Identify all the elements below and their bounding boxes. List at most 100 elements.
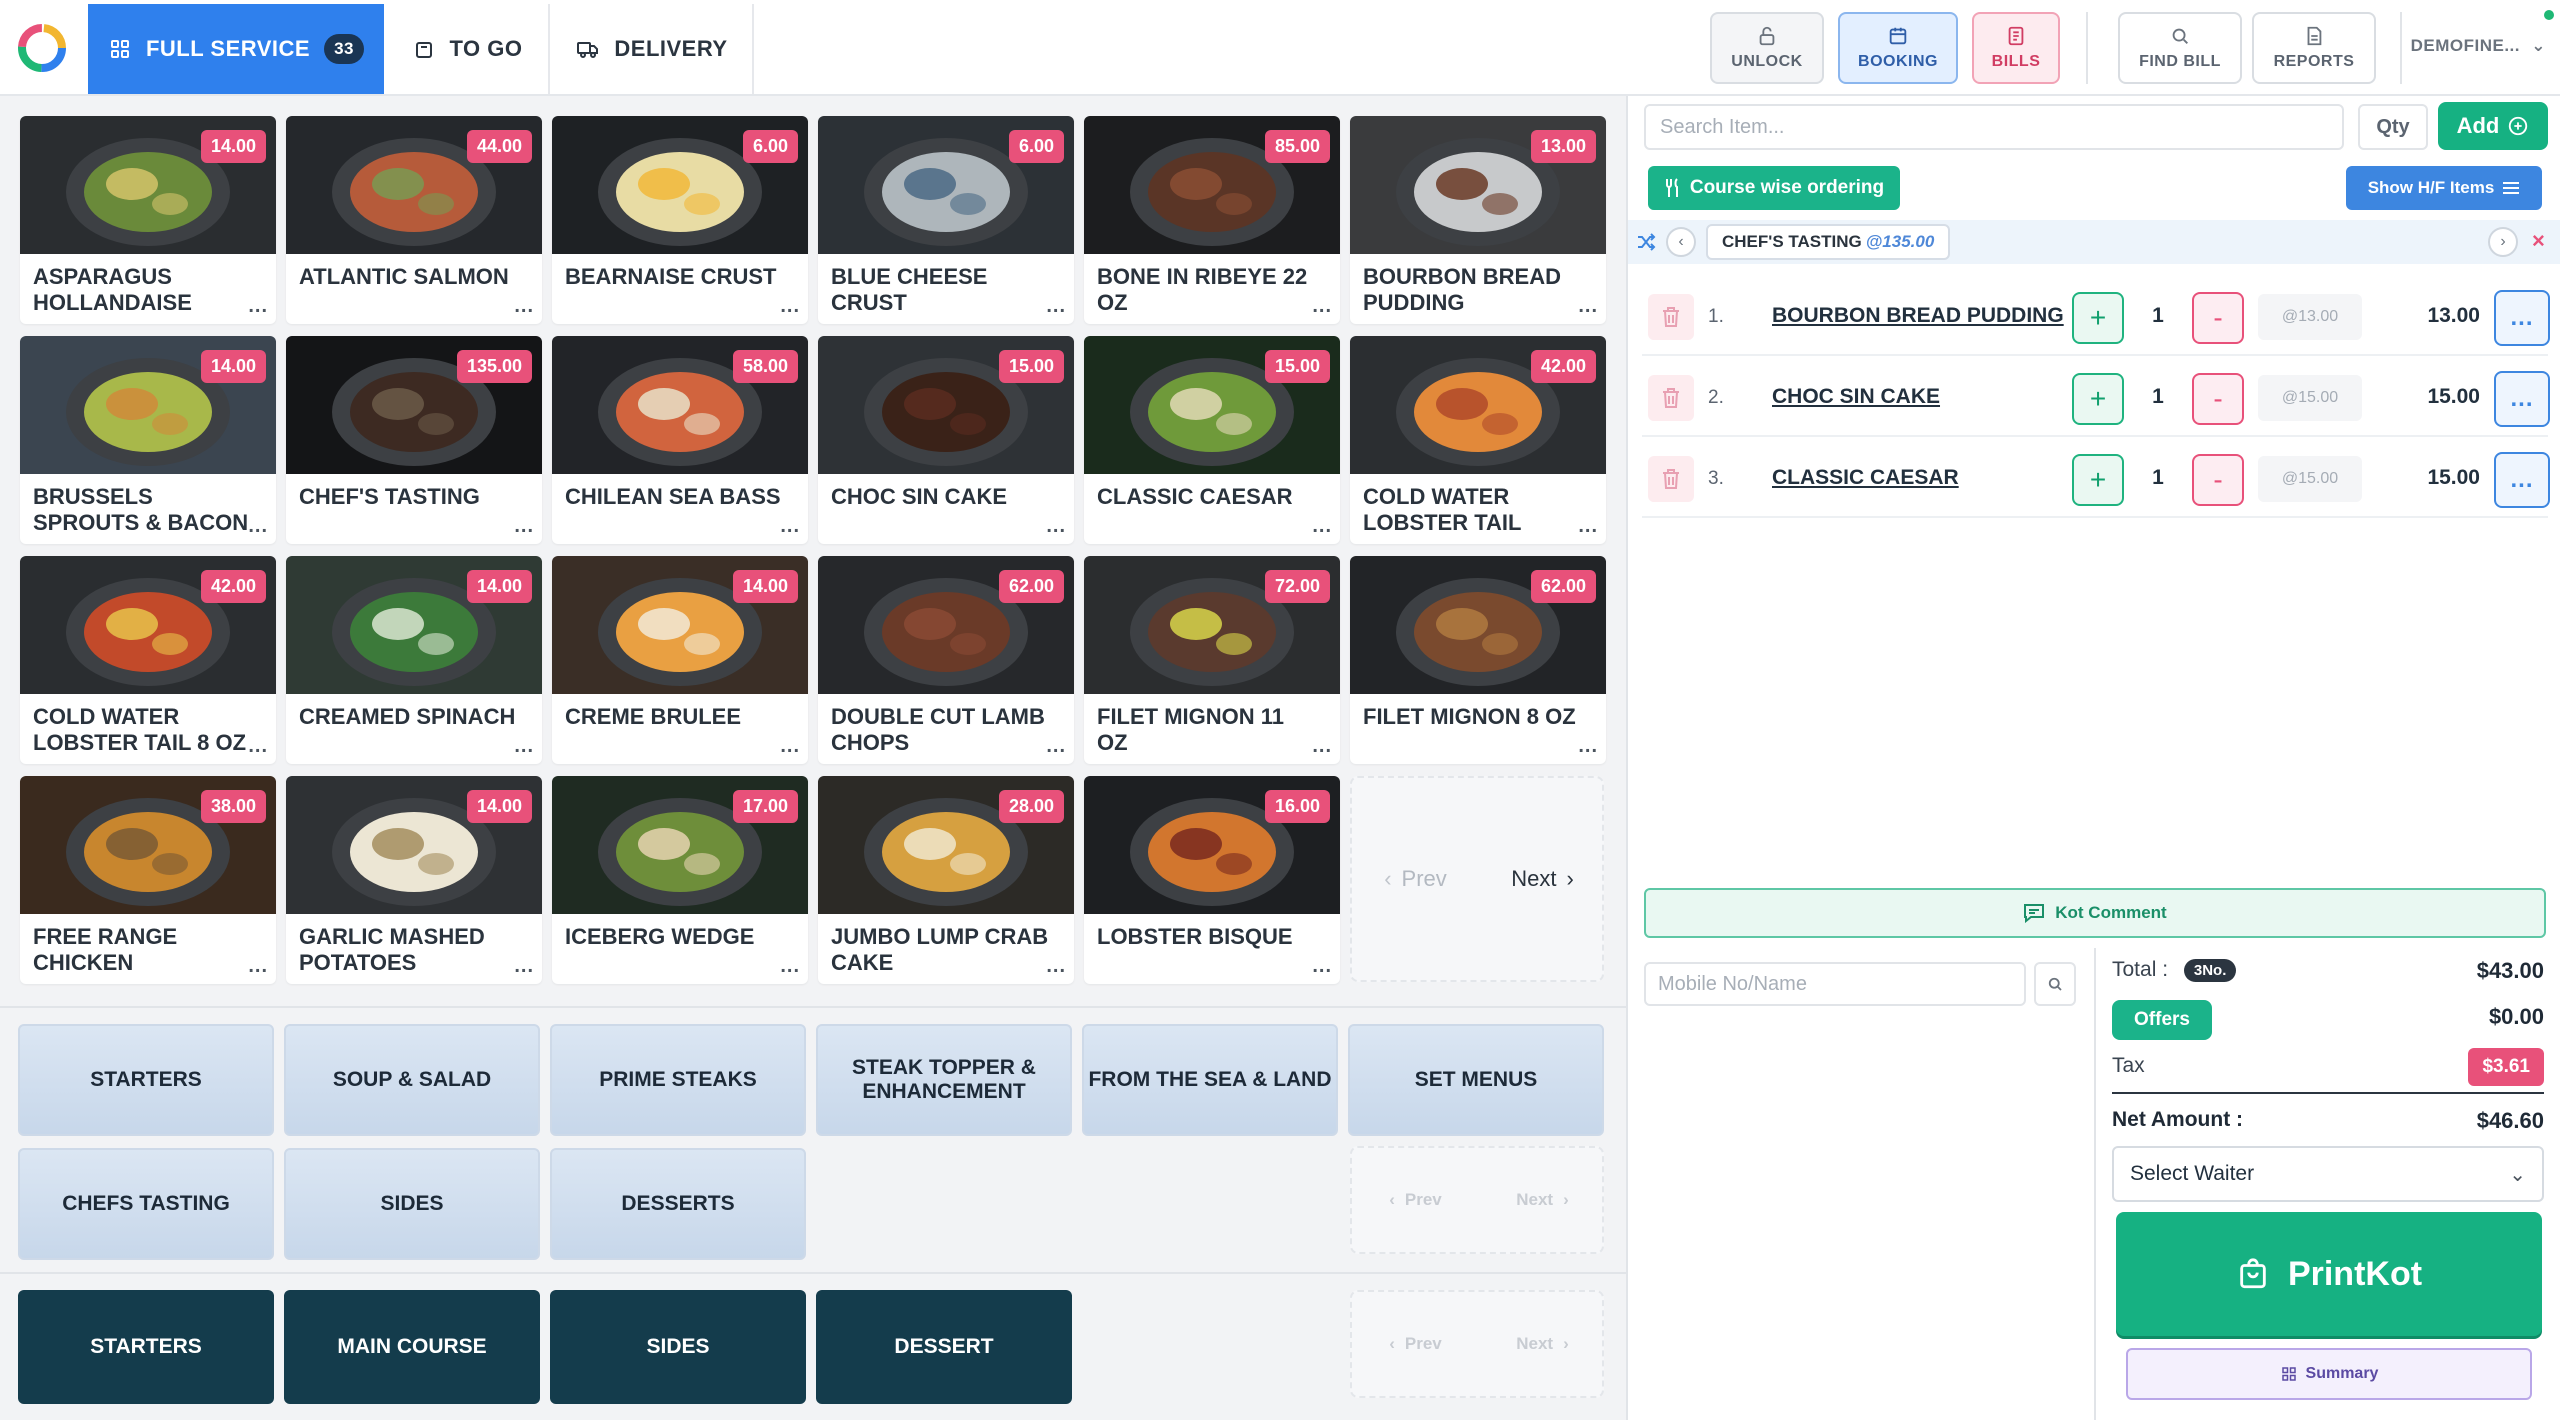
- user-menu[interactable]: DEMOFINE... ⌄: [2411, 36, 2546, 56]
- course-button[interactable]: MAIN COURSE: [284, 1290, 540, 1404]
- find-bill-button[interactable]: FIND BILL: [2118, 12, 2242, 84]
- product-card[interactable]: 14.00 CREAMED SPINACH...: [286, 556, 542, 764]
- strip-prev-button[interactable]: ‹: [1666, 227, 1696, 257]
- bills-button[interactable]: BILLS: [1972, 12, 2060, 84]
- item-options-button[interactable]: ...: [2494, 371, 2550, 427]
- course-button[interactable]: STARTERS: [18, 1290, 274, 1404]
- delete-item-button[interactable]: [1648, 456, 1694, 502]
- category-button[interactable]: PRIME STEAKS: [550, 1024, 806, 1136]
- decrease-qty-button[interactable]: -: [2192, 454, 2244, 506]
- category-button[interactable]: STEAK TOPPER & ENHANCEMENT: [816, 1024, 1072, 1136]
- tab-full-service[interactable]: FULL SERVICE 33: [88, 4, 384, 94]
- printkot-button[interactable]: PrintKot: [2116, 1212, 2542, 1336]
- category-next-button[interactable]: Next ›: [1479, 1148, 1606, 1252]
- category-prev-button[interactable]: ‹ Prev: [1352, 1148, 1479, 1252]
- product-more-button[interactable]: ...: [1046, 955, 1066, 978]
- product-more-button[interactable]: ...: [248, 955, 268, 978]
- product-more-button[interactable]: ...: [514, 295, 534, 318]
- product-more-button[interactable]: ...: [780, 515, 800, 538]
- product-card[interactable]: 15.00 CHOC SIN CAKE...: [818, 336, 1074, 544]
- category-button[interactable]: DESSERTS: [550, 1148, 806, 1260]
- product-card[interactable]: 38.00 FREE RANGE CHICKEN...: [20, 776, 276, 984]
- product-more-button[interactable]: ...: [1046, 735, 1066, 758]
- category-button[interactable]: SIDES: [284, 1148, 540, 1260]
- product-more-button[interactable]: ...: [1578, 735, 1598, 758]
- product-card[interactable]: 6.00 BEARNAISE CRUST...: [552, 116, 808, 324]
- product-card[interactable]: 44.00 ATLANTIC SALMON...: [286, 116, 542, 324]
- item-options-button[interactable]: ...: [2494, 452, 2550, 508]
- product-card[interactable]: 58.00 CHILEAN SEA BASS...: [552, 336, 808, 544]
- product-more-button[interactable]: ...: [248, 735, 268, 758]
- product-card[interactable]: 14.00 GARLIC MASHED POTATOES...: [286, 776, 542, 984]
- offers-button[interactable]: Offers: [2112, 1000, 2212, 1040]
- category-button[interactable]: CHEFS TASTING: [18, 1148, 274, 1260]
- select-waiter-dropdown[interactable]: Select Waiter ⌄: [2112, 1146, 2544, 1202]
- product-card[interactable]: 16.00 LOBSTER BISQUE...: [1084, 776, 1340, 984]
- item-name[interactable]: BOURBON BREAD PUDDING: [1772, 304, 2064, 328]
- course-next-button[interactable]: Next ›: [1479, 1292, 1606, 1396]
- product-more-button[interactable]: ...: [248, 295, 268, 318]
- increase-qty-button[interactable]: +: [2072, 373, 2124, 425]
- delete-item-button[interactable]: [1648, 375, 1694, 421]
- product-more-button[interactable]: ...: [1312, 735, 1332, 758]
- product-card[interactable]: 85.00 BONE IN RIBEYE 22 Oz...: [1084, 116, 1340, 324]
- increase-qty-button[interactable]: +: [2072, 454, 2124, 506]
- product-prev-button[interactable]: ‹ Prev: [1352, 778, 1479, 980]
- product-more-button[interactable]: ...: [1312, 955, 1332, 978]
- customer-mobile-input[interactable]: [1644, 962, 2026, 1006]
- tab-delivery[interactable]: DELIVERY: [552, 4, 754, 94]
- product-next-button[interactable]: Next ›: [1479, 778, 1606, 980]
- add-item-button[interactable]: Add: [2438, 102, 2548, 150]
- product-card[interactable]: 135.00 CHEF'S TASTING...: [286, 336, 542, 544]
- item-search-input[interactable]: [1644, 104, 2344, 150]
- product-card[interactable]: 15.00 CLASSIC CAESAR...: [1084, 336, 1340, 544]
- close-icon[interactable]: ×: [2532, 228, 2545, 254]
- unlock-button[interactable]: UNLOCK: [1710, 12, 1824, 84]
- product-card[interactable]: 14.00 BRUSSELS SPROUTS & BACON...: [20, 336, 276, 544]
- kot-comment-button[interactable]: Kot Comment: [1644, 888, 2546, 938]
- product-more-button[interactable]: ...: [1046, 515, 1066, 538]
- category-button[interactable]: STARTERS: [18, 1024, 274, 1136]
- product-more-button[interactable]: ...: [1312, 515, 1332, 538]
- qty-button[interactable]: Qty: [2358, 104, 2428, 150]
- product-more-button[interactable]: ...: [780, 735, 800, 758]
- product-more-button[interactable]: ...: [1046, 295, 1066, 318]
- reports-button[interactable]: REPORTS: [2252, 12, 2376, 84]
- category-button[interactable]: SOUP & SALAD: [284, 1024, 540, 1136]
- booking-button[interactable]: BOOKING: [1838, 12, 1958, 84]
- product-card[interactable]: 72.00 FILET MIGNON 11 Oz...: [1084, 556, 1340, 764]
- decrease-qty-button[interactable]: -: [2192, 292, 2244, 344]
- summary-button[interactable]: Summary: [2126, 1348, 2532, 1400]
- product-more-button[interactable]: ...: [248, 515, 268, 538]
- set-menu-chip[interactable]: CHEF'S TASTING @135.00: [1706, 224, 1951, 260]
- product-card[interactable]: 14.00 CREME BRULEE...: [552, 556, 808, 764]
- product-more-button[interactable]: ...: [1578, 295, 1598, 318]
- course-prev-button[interactable]: ‹ Prev: [1352, 1292, 1479, 1396]
- product-card[interactable]: 42.00 COLD WATER LOBSTER TAIL...: [1350, 336, 1606, 544]
- product-more-button[interactable]: ...: [1312, 295, 1332, 318]
- product-more-button[interactable]: ...: [514, 955, 534, 978]
- course-wise-ordering-button[interactable]: Course wise ordering: [1648, 166, 1900, 210]
- product-more-button[interactable]: ...: [780, 955, 800, 978]
- product-card[interactable]: 14.00 ASPARAGUS HOLLANDAISE...: [20, 116, 276, 324]
- product-card[interactable]: 13.00 BOURBON BREAD PUDDING...: [1350, 116, 1606, 324]
- shuffle-icon[interactable]: [1636, 232, 1656, 252]
- decrease-qty-button[interactable]: -: [2192, 373, 2244, 425]
- increase-qty-button[interactable]: +: [2072, 292, 2124, 344]
- product-more-button[interactable]: ...: [1578, 515, 1598, 538]
- product-card[interactable]: 62.00 DOUBLE CUT LAMB CHOPS...: [818, 556, 1074, 764]
- product-card[interactable]: 42.00 COLD WATER LOBSTER TAIL 8 Oz...: [20, 556, 276, 764]
- product-card[interactable]: 6.00 BLUE CHEESE CRUST...: [818, 116, 1074, 324]
- course-button[interactable]: SIDES: [550, 1290, 806, 1404]
- strip-next-button[interactable]: ›: [2488, 227, 2518, 257]
- product-card[interactable]: 17.00 ICEBERG WEDGE...: [552, 776, 808, 984]
- item-name[interactable]: CLASSIC CAESAR: [1772, 466, 1959, 490]
- product-more-button[interactable]: ...: [780, 295, 800, 318]
- product-card[interactable]: 28.00 JUMBO LUMP CRAB CAKE...: [818, 776, 1074, 984]
- tab-to-go[interactable]: TO GO: [386, 4, 550, 94]
- product-card[interactable]: 62.00 FILET MIGNON 8 Oz...: [1350, 556, 1606, 764]
- customer-search-button[interactable]: [2034, 962, 2076, 1006]
- item-name[interactable]: CHOC SIN CAKE: [1772, 385, 1940, 409]
- show-hf-items-button[interactable]: Show H/F Items: [2346, 166, 2542, 210]
- product-more-button[interactable]: ...: [514, 735, 534, 758]
